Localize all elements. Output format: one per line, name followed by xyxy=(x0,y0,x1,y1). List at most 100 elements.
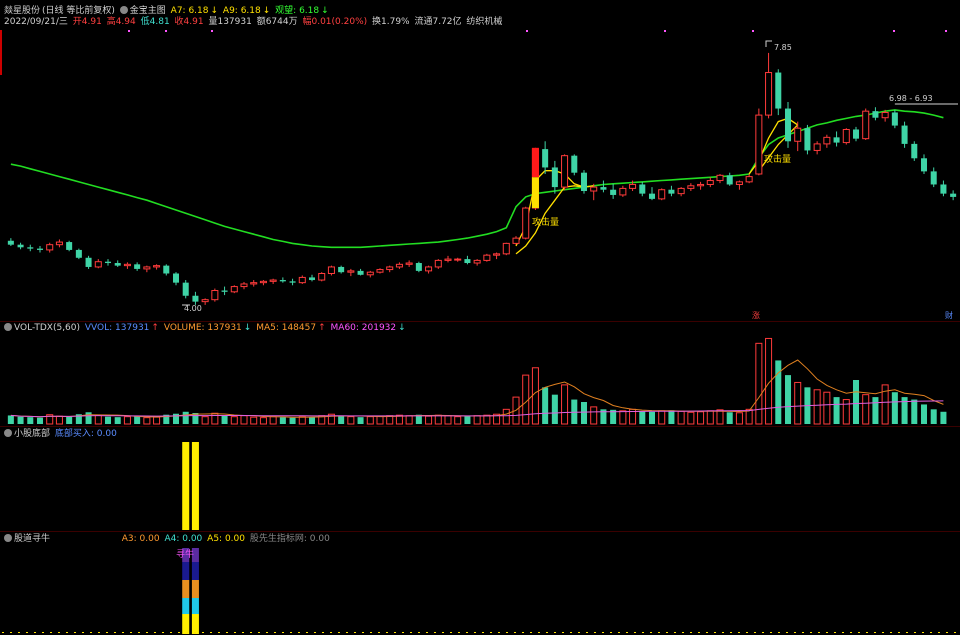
niu-label: 寻牛 xyxy=(176,548,194,560)
candle-body-up xyxy=(862,110,870,140)
top-marker xyxy=(893,30,895,32)
baseline-dot xyxy=(802,632,804,633)
top-marker xyxy=(664,30,666,32)
baseline-dot xyxy=(882,632,884,633)
volume-bar-up xyxy=(444,415,452,425)
baseline-dot xyxy=(346,632,348,633)
baseline-dot xyxy=(562,632,564,633)
baseline-dot xyxy=(522,632,524,633)
candle-body-up xyxy=(143,266,151,270)
candle-body-up xyxy=(765,72,773,116)
baseline-dot xyxy=(506,632,508,633)
volume-bar-down xyxy=(464,416,471,424)
volume-bar-up xyxy=(697,411,705,425)
kline-chart[interactable]: 4.00 7.85 6.98 - 6.93 攻击量 攻击量 涨 财 寻牛 xyxy=(0,0,960,635)
volume-bar-up xyxy=(269,416,277,425)
baseline-dot xyxy=(730,632,732,633)
volume-bar-up xyxy=(531,367,539,425)
baseline-dot xyxy=(690,632,692,633)
candle-body-down xyxy=(852,129,860,139)
baseline-dot xyxy=(178,632,180,633)
candle-body-down xyxy=(891,112,898,126)
baseline-dot xyxy=(762,632,764,633)
baseline-dot xyxy=(650,632,652,633)
candle-body-up xyxy=(697,183,705,187)
candle-body-up xyxy=(434,259,442,268)
vol-ma60-line xyxy=(10,400,944,418)
candle-body-up xyxy=(366,271,374,276)
candle-body-up xyxy=(46,244,54,251)
baseline-dot xyxy=(938,632,940,633)
niu-bar-yellow xyxy=(182,614,190,634)
candle-body-down xyxy=(134,264,141,269)
baseline-dot xyxy=(98,632,100,633)
baseline-dot xyxy=(154,632,156,633)
baseline-dot xyxy=(826,632,828,633)
candle-body-up xyxy=(240,283,248,288)
baseline-dot xyxy=(922,632,924,633)
niu-bar-orange xyxy=(182,580,190,598)
candle-body-up xyxy=(512,237,520,244)
baseline-dot xyxy=(538,632,540,633)
niu-bar-navy xyxy=(182,562,190,580)
baseline-dot xyxy=(682,632,684,633)
candle-body-up xyxy=(590,186,598,192)
baseline-dot xyxy=(714,632,716,633)
baseline-dot xyxy=(450,632,452,633)
candle-body-down xyxy=(571,155,578,173)
volume-bar-up xyxy=(347,416,355,425)
volume-bar-up xyxy=(153,416,161,425)
baseline-dot xyxy=(426,632,428,633)
candle-body-down xyxy=(551,167,558,188)
baseline-dot xyxy=(858,632,860,633)
baseline-dot xyxy=(874,632,876,633)
candle-body-down xyxy=(357,270,364,275)
baseline-dot xyxy=(698,632,700,633)
candle-body-down xyxy=(950,193,957,197)
candle-body-down xyxy=(192,295,199,302)
volume-bar-up xyxy=(483,414,491,425)
baseline-dot xyxy=(418,632,420,633)
candle-body-down xyxy=(85,257,92,267)
baseline-dot xyxy=(842,632,844,633)
baseline-dot xyxy=(458,632,460,633)
volume-bar-up xyxy=(561,384,569,425)
volume-bar-down xyxy=(872,397,879,424)
top-marker xyxy=(752,30,754,32)
baseline-dot xyxy=(466,632,468,633)
volume-bar-down xyxy=(833,397,840,424)
candle-body-down xyxy=(668,189,675,194)
baseline-dot xyxy=(122,632,124,633)
volume-bar-up xyxy=(735,412,743,425)
candle-body-up xyxy=(561,155,569,188)
candle-body-up xyxy=(619,187,627,196)
volume-bar-down xyxy=(279,417,286,424)
volume-bar-up xyxy=(706,410,714,425)
candle-body-up xyxy=(269,279,277,282)
bottom-signal-bar xyxy=(191,442,199,530)
candle-body-down xyxy=(920,158,928,172)
candle-body-down xyxy=(221,290,228,292)
baseline-dot xyxy=(570,632,572,633)
baseline-dot xyxy=(610,632,612,633)
candle-body-down xyxy=(726,175,733,185)
baseline-dot xyxy=(818,632,820,633)
niu-bar-cyan xyxy=(182,598,190,614)
baseline-dot xyxy=(778,632,780,633)
volume-bar-up xyxy=(658,410,666,425)
bottom-signal-panel xyxy=(182,442,199,530)
volume-bar-down xyxy=(775,360,782,424)
candle-body-up xyxy=(687,185,695,189)
baseline-dot xyxy=(114,632,116,633)
candle-body-down xyxy=(872,111,879,118)
volume-bar-down xyxy=(648,411,656,424)
volume-bar-down xyxy=(551,394,558,424)
baseline-dot xyxy=(746,632,748,633)
baseline-dot xyxy=(514,632,516,633)
baseline-dot xyxy=(378,632,380,633)
baseline-dot xyxy=(954,632,956,633)
candle-body-up xyxy=(201,299,209,303)
volume-bar-down xyxy=(85,412,92,424)
volume-bar-up xyxy=(425,415,433,425)
baseline-dot xyxy=(82,632,84,633)
